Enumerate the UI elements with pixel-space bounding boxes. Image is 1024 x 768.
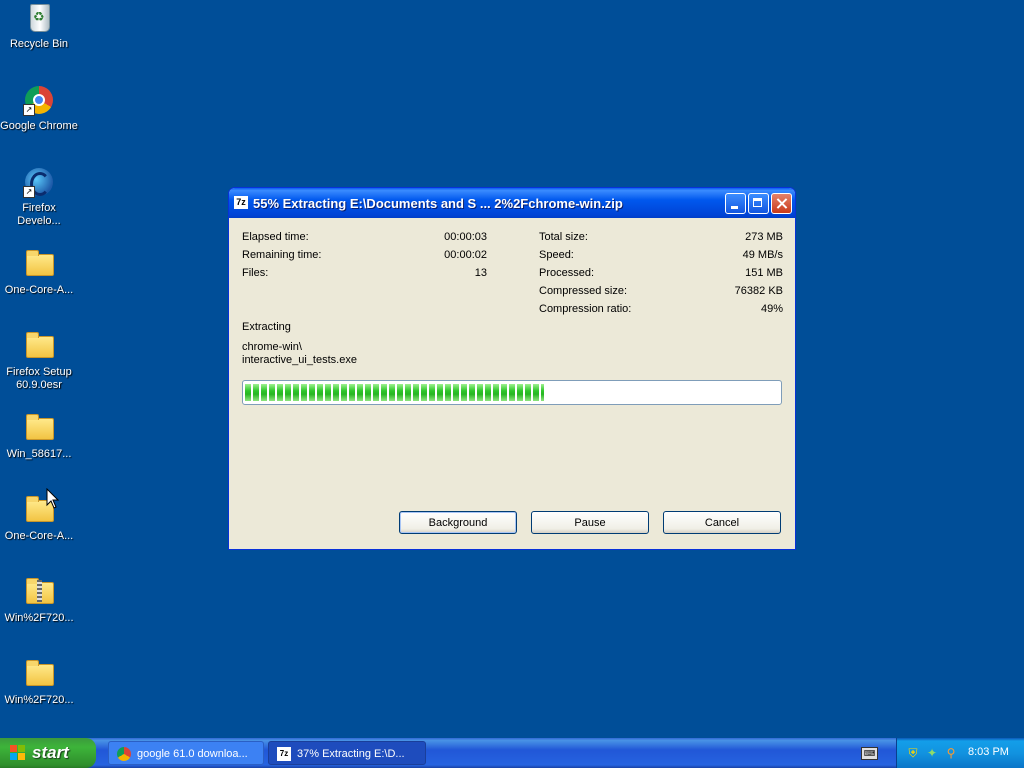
stat-label: Compressed size:	[539, 285, 628, 297]
stat-value: 49%	[760, 303, 783, 315]
stat-remaining-time: Remaining time: 00:00:02	[242, 248, 487, 262]
taskbar: start google 61.0 downloa... 7z 37% Extr…	[0, 738, 1024, 768]
window-title: 55% Extracting E:\Documents and S ... 2%…	[253, 196, 623, 211]
desktop-icon-folder[interactable]: One-Core-A...	[0, 494, 78, 543]
desktop-icon-firefox-developer[interactable]: ↗ Firefox Develo...	[0, 166, 78, 228]
desktop-icon-label: One-Core-A...	[4, 284, 74, 296]
chrome-icon	[117, 747, 131, 761]
desktop-icon-google-chrome[interactable]: ↗ Google Chrome	[0, 84, 78, 133]
stat-label: Processed:	[539, 267, 595, 279]
path-folder: chrome-win\	[242, 341, 302, 353]
desktop-icon-folder[interactable]: Win_58617...	[0, 412, 78, 461]
desktop-icon-folder[interactable]: One-Core-A...	[0, 248, 78, 297]
7zip-icon: 7z	[277, 747, 291, 761]
desktop-icon-folder[interactable]: Firefox Setup 60.9.0esr	[0, 330, 78, 392]
stat-value: 00:00:03	[444, 231, 487, 243]
desktop-icon-label: Recycle Bin	[9, 38, 69, 50]
keyboard-icon[interactable]: ⌨	[861, 747, 878, 760]
desktop-icon-label: Google Chrome	[0, 120, 78, 132]
clock[interactable]: 8:03 PM	[968, 746, 1009, 758]
status-text: Extracting	[242, 321, 291, 333]
folder-icon	[23, 658, 55, 690]
path-file: interactive_ui_tests.exe	[242, 354, 357, 366]
search-icon[interactable]: ⚲	[944, 746, 958, 760]
stat-label: Remaining time:	[242, 249, 322, 261]
taskbar-item-7zip[interactable]: 7z 37% Extracting E:\D...	[268, 741, 426, 765]
maximize-button[interactable]	[748, 193, 769, 214]
firefox-icon: ↗	[23, 166, 55, 198]
7zip-icon: 7z	[234, 196, 248, 209]
desktop-icon-label: One-Core-A...	[4, 530, 74, 542]
taskbar-item-label: 37% Extracting E:\D...	[297, 748, 405, 760]
background-button[interactable]: Background	[399, 511, 517, 534]
system-tray: ⛨ ✦ ⚲ 8:03 PM	[896, 738, 1024, 768]
desktop-icon-label: Win%2F720...	[4, 612, 74, 624]
stat-label: Total size:	[539, 231, 588, 243]
stat-value: 13	[474, 267, 487, 279]
windows-flag-icon	[10, 745, 26, 761]
progress-bar	[242, 380, 782, 405]
stat-compression-ratio: Compression ratio: 49%	[539, 302, 783, 316]
network-icon[interactable]: ✦	[925, 746, 939, 760]
start-label: start	[32, 743, 69, 762]
stat-label: Elapsed time:	[242, 231, 309, 243]
pause-button[interactable]: Pause	[531, 511, 649, 534]
recycle-bin-icon	[23, 2, 55, 34]
stat-value: 76382 KB	[734, 285, 783, 297]
stat-speed: Speed: 49 MB/s	[539, 248, 783, 262]
stat-label: Speed:	[539, 249, 574, 261]
folder-icon	[23, 248, 55, 280]
stat-value: 49 MB/s	[742, 249, 783, 261]
chrome-icon: ↗	[23, 84, 55, 116]
stat-total-size: Total size: 273 MB	[539, 230, 783, 244]
start-button[interactable]: start	[0, 738, 96, 768]
desktop-icon-label: Firefox Setup 60.9.0esr	[6, 366, 72, 391]
stat-processed: Processed: 151 MB	[539, 266, 783, 280]
desktop-icon-recycle-bin[interactable]: Recycle Bin	[0, 2, 78, 51]
minimize-button[interactable]	[725, 193, 746, 214]
stat-compressed-size: Compressed size: 76382 KB	[539, 284, 783, 298]
title-bar[interactable]: 7z 55% Extracting E:\Documents and S ...…	[229, 188, 795, 218]
desktop-icon-label: Win%2F720...	[4, 694, 74, 706]
stat-value: 151 MB	[745, 267, 783, 279]
stat-files: Files: 13	[242, 266, 487, 280]
shield-icon[interactable]: ⛨	[906, 746, 920, 760]
stat-label: Files:	[242, 267, 269, 279]
taskbar-item-chrome[interactable]: google 61.0 downloa...	[108, 741, 264, 765]
stat-elapsed-time: Elapsed time: 00:00:03	[242, 230, 487, 244]
cancel-button[interactable]: Cancel	[663, 511, 781, 534]
folder-icon	[23, 412, 55, 444]
mouse-cursor-icon	[46, 488, 60, 509]
folder-icon	[23, 330, 55, 362]
taskbar-item-label: google 61.0 downloa...	[137, 748, 248, 760]
desktop-icon-label: Win_58617...	[6, 448, 72, 460]
desktop-icon-zip-folder[interactable]: Win%2F720...	[0, 576, 78, 625]
stat-value: 00:00:02	[444, 249, 487, 261]
extract-dialog: 7z 55% Extracting E:\Documents and S ...…	[228, 187, 796, 550]
desktop-icon-folder[interactable]: Win%2F720...	[0, 658, 78, 707]
current-file-path: chrome-win\ interactive_ui_tests.exe	[242, 341, 357, 367]
zip-folder-icon	[23, 576, 55, 608]
stat-label: Compression ratio:	[539, 303, 632, 315]
stat-value: 273 MB	[745, 231, 783, 243]
progress-fill	[245, 384, 545, 401]
desktop-icon-label: Firefox Develo...	[17, 202, 61, 227]
dialog-body: Elapsed time: 00:00:03 Remaining time: 0…	[229, 218, 795, 549]
close-button[interactable]	[771, 193, 792, 214]
